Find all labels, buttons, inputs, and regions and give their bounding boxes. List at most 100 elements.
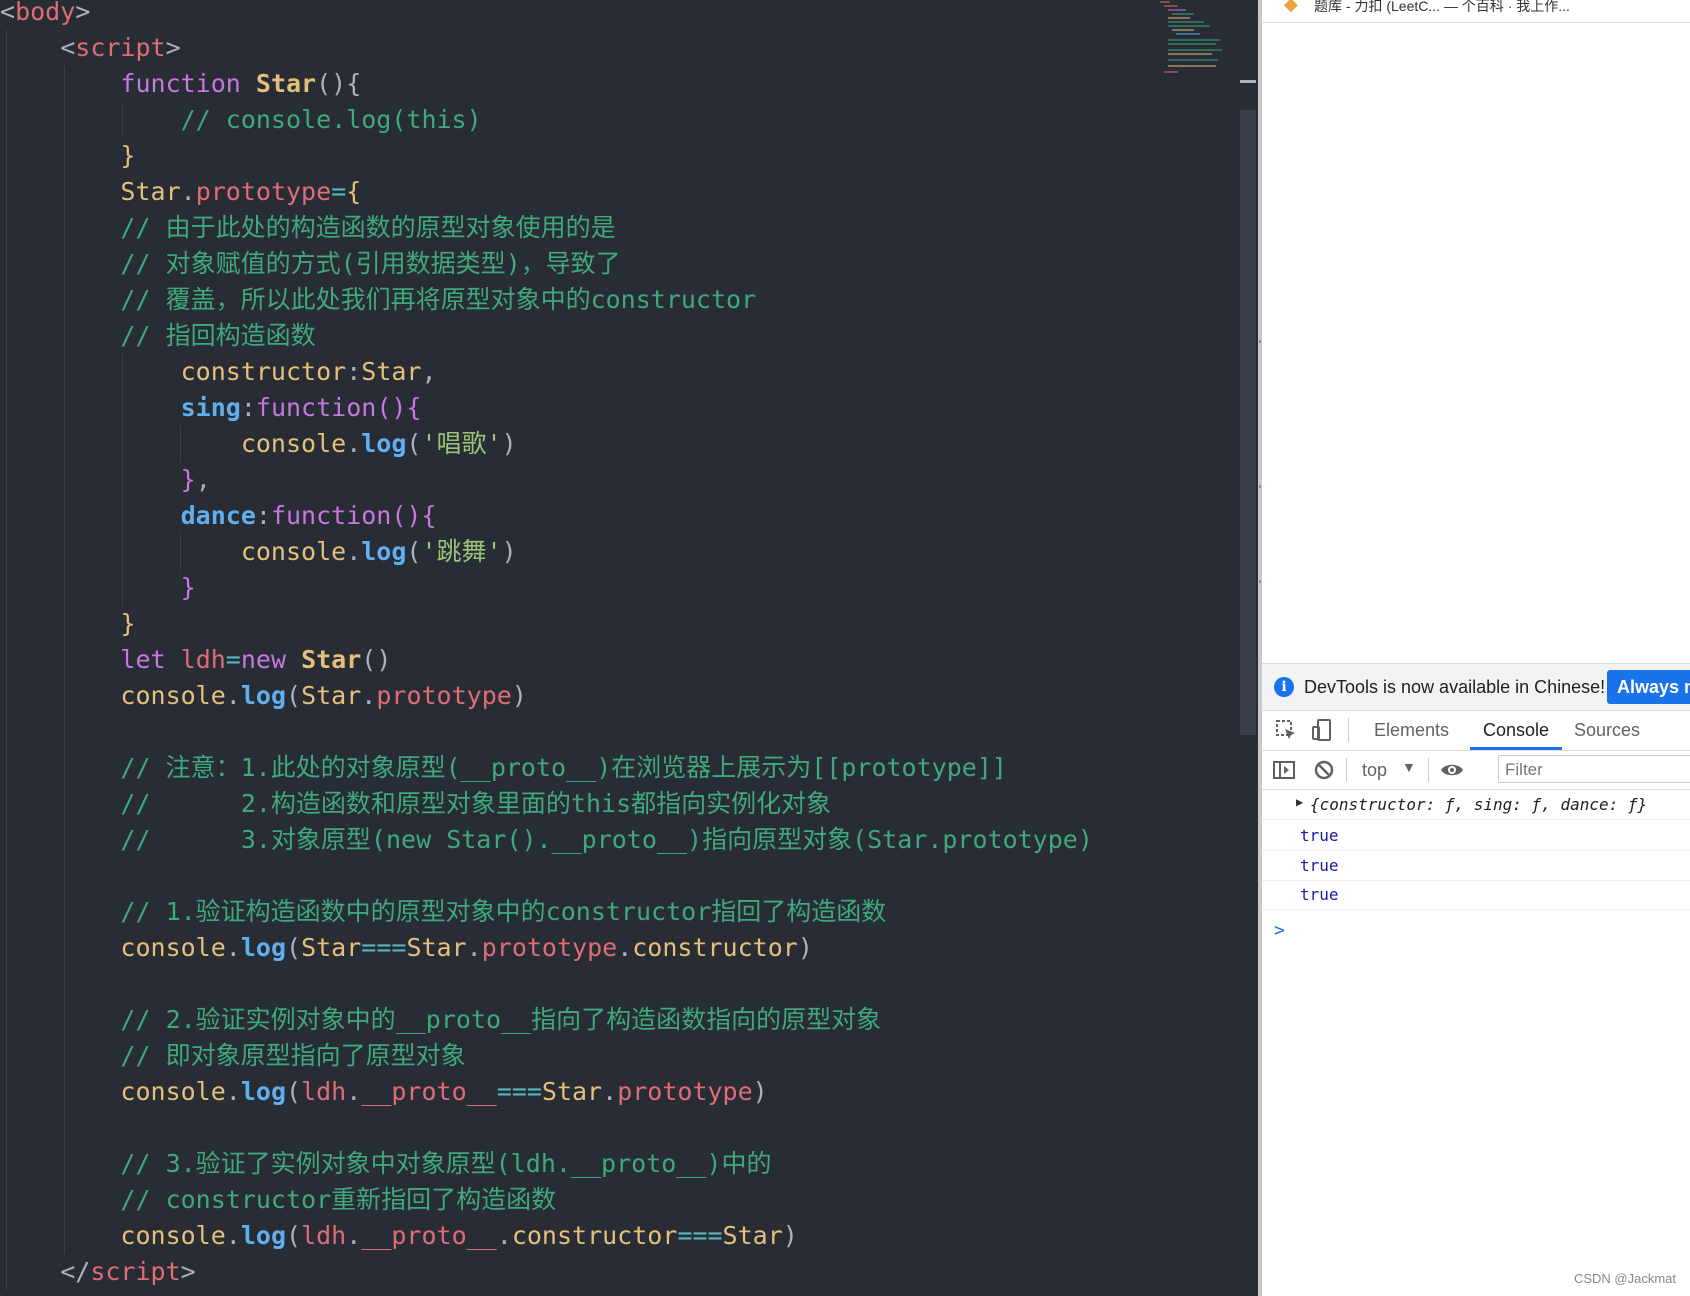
code-token: script: [90, 1257, 181, 1286]
banner-message: DevTools is now available in Chinese!: [1304, 677, 1606, 697]
code-line[interactable]: </script>: [0, 1254, 1093, 1290]
code-token: Star: [541, 1077, 603, 1106]
code-line[interactable]: // console.log(this): [0, 102, 1093, 138]
tab-sources[interactable]: Sources: [1574, 720, 1640, 741]
code-line[interactable]: console.log(Star===Star.prototype.constr…: [0, 930, 1093, 966]
clear-console-icon[interactable]: [1312, 758, 1336, 782]
expand-arrow-icon[interactable]: ▶: [1296, 795, 1303, 809]
indent-guide: [6, 1110, 7, 1146]
code-line[interactable]: // 2.构造函数和原型对象里面的this都指向实例化对象: [0, 786, 1093, 822]
browser-tab-strip[interactable]: ◆ 题库 - 力扣 (LeetC... — 个百科 · 我上作...: [1262, 0, 1690, 23]
code-token: // 3.验证了实例对象中对象原型(ldh.__proto__)中的: [120, 1149, 772, 1178]
tab-elements[interactable]: Elements: [1374, 720, 1449, 741]
code-line[interactable]: // 对象赋值的方式(引用数据类型)，导致了: [0, 246, 1093, 282]
info-icon: i: [1274, 677, 1294, 697]
filter-input[interactable]: Filter: [1498, 755, 1690, 783]
code-line[interactable]: // 3.对象原型(new Star().__proto__)指向原型对象(St…: [0, 822, 1093, 858]
code-line[interactable]: <script>: [0, 30, 1093, 66]
console-log-row[interactable]: ▶ {constructor: ƒ, sing: ƒ, dance: ƒ}: [1262, 790, 1690, 820]
indent-guide: [122, 354, 123, 390]
code-token: (: [406, 537, 422, 566]
code-line[interactable]: // 指回构造函数: [0, 318, 1093, 354]
code-line[interactable]: }: [0, 606, 1093, 642]
code-token: }: [180, 465, 196, 494]
code-editor[interactable]: <body> <script> function Star(){ // cons…: [0, 0, 1258, 1296]
code-token: }: [180, 573, 196, 602]
code-token: // console.log(this): [180, 105, 482, 134]
code-line[interactable]: // 覆盖，所以此处我们再将原型对象中的constructor: [0, 282, 1093, 318]
code-token: ): [501, 429, 517, 458]
tab-console[interactable]: Console: [1483, 720, 1549, 741]
code-line[interactable]: <body>: [0, 0, 1093, 30]
code-line[interactable]: // 2.验证实例对象中的__proto__指向了构造函数指向的原型对象: [0, 1002, 1093, 1038]
console-boolean-value: true: [1300, 826, 1339, 845]
code-line[interactable]: // 3.验证了实例对象中对象原型(ldh.__proto__)中的: [0, 1146, 1093, 1182]
code-token: (: [286, 933, 302, 962]
code-line[interactable]: constructor:Star,: [0, 354, 1093, 390]
console-log-row: true: [1262, 851, 1690, 881]
indent-guide: [6, 930, 7, 966]
inspect-element-icon[interactable]: [1274, 718, 1298, 742]
code-line[interactable]: [0, 714, 1093, 750]
code-token: // 1.验证构造函数中的原型对象中的constructor指回了构造函数: [120, 897, 887, 926]
indent-guide: [6, 30, 7, 66]
sidebar-toggle-icon[interactable]: [1272, 758, 1296, 782]
code-line[interactable]: sing:function(){: [0, 390, 1093, 426]
code-line[interactable]: },: [0, 462, 1093, 498]
code-content[interactable]: <body> <script> function Star(){ // cons…: [0, 0, 1093, 1290]
code-token: function: [255, 393, 377, 422]
code-line[interactable]: console.log(ldh.__proto__.constructor===…: [0, 1218, 1093, 1254]
code-token: prototype: [617, 1077, 753, 1106]
code-line[interactable]: function Star(){: [0, 66, 1093, 102]
indent-guide: [64, 138, 65, 174]
console-object-value[interactable]: {constructor: ƒ, sing: ƒ, dance: ƒ}: [1310, 795, 1647, 814]
active-tab-indicator: [1470, 747, 1562, 750]
code-line[interactable]: // constructor重新指回了构造函数: [0, 1182, 1093, 1218]
indent-guide: [64, 1074, 65, 1110]
code-line[interactable]: [0, 1110, 1093, 1146]
code-line[interactable]: }: [0, 570, 1093, 606]
editor-scrollbar[interactable]: [1240, 110, 1256, 735]
code-line[interactable]: [0, 858, 1093, 894]
browser-tabs-text[interactable]: 题库 - 力扣 (LeetC... — 个百科 · 我上作...: [1314, 0, 1570, 16]
code-token: .: [346, 1221, 362, 1250]
code-line[interactable]: let ldh=new Star(): [0, 642, 1093, 678]
indent-guide: [64, 1110, 65, 1146]
code-line[interactable]: // 由于此处的构造函数的原型对象使用的是: [0, 210, 1093, 246]
code-line[interactable]: console.log(Star.prototype): [0, 678, 1093, 714]
always-match-button[interactable]: Always m: [1607, 670, 1690, 704]
code-line[interactable]: // 即对象原型指向了原型对象: [0, 1038, 1093, 1074]
code-line[interactable]: console.log(ldh.__proto__===Star.prototy…: [0, 1074, 1093, 1110]
indent-guide: [122, 534, 123, 570]
code-line[interactable]: console.log('跳舞'): [0, 534, 1093, 570]
context-selector[interactable]: top: [1362, 760, 1387, 781]
code-line[interactable]: // 1.验证构造函数中的原型对象中的constructor指回了构造函数: [0, 894, 1093, 930]
indent-guide: [64, 462, 65, 498]
indent-guide: [122, 426, 123, 462]
code-token: .: [602, 1077, 618, 1106]
code-token: (): [361, 645, 392, 674]
indent-guide: [64, 714, 65, 750]
device-toolbar-icon[interactable]: [1310, 718, 1334, 742]
code-line[interactable]: console.log('唱歌'): [0, 426, 1093, 462]
code-token: function: [120, 69, 256, 98]
minimap[interactable]: [1160, 0, 1232, 78]
code-token: body: [15, 0, 76, 26]
code-line[interactable]: Star.prototype={: [0, 174, 1093, 210]
code-line[interactable]: // 注意：1.此处的对象原型(__proto__)在浏览器上展示为[[prot…: [0, 750, 1093, 786]
code-line[interactable]: dance:function(){: [0, 498, 1093, 534]
chevron-down-icon[interactable]: ▼: [1402, 759, 1416, 775]
console-prompt-icon[interactable]: >: [1274, 920, 1285, 941]
code-line[interactable]: [0, 966, 1093, 1002]
code-line[interactable]: }: [0, 138, 1093, 174]
indent-guide: [64, 606, 65, 642]
indent-guide: [6, 318, 7, 354]
code-token: >: [180, 1257, 196, 1286]
eye-icon[interactable]: [1440, 758, 1464, 782]
